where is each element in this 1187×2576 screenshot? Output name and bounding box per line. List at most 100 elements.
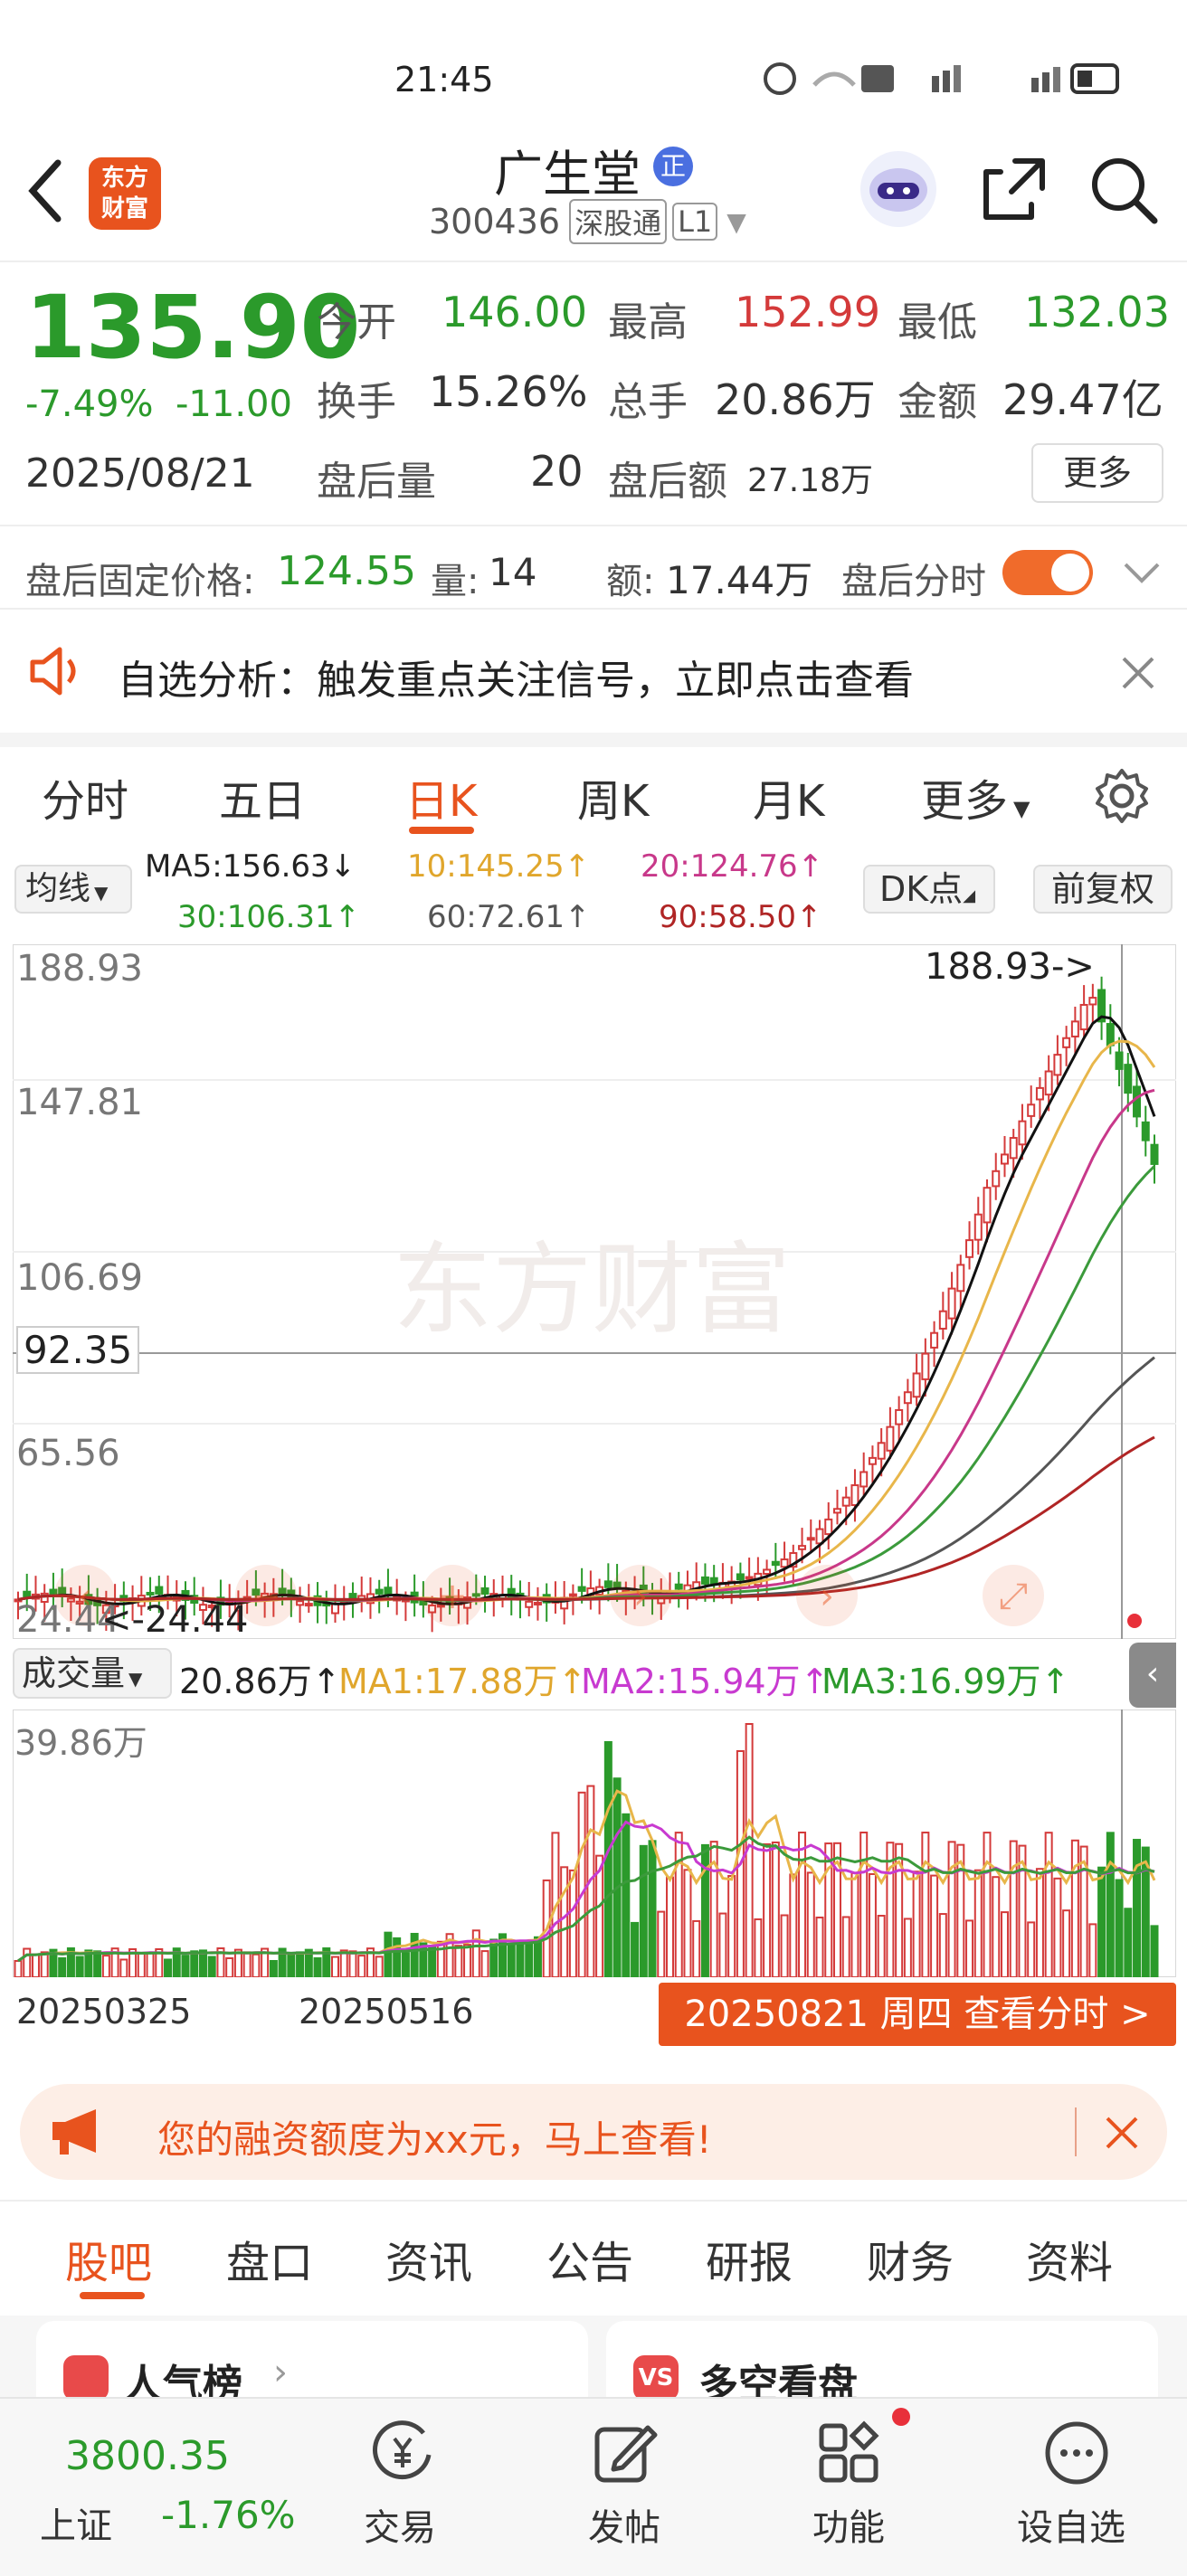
volume-bar	[780, 1914, 789, 1977]
tab-weekly-k[interactable]: 周K	[577, 765, 649, 829]
functions-icon[interactable]	[816, 2420, 883, 2487]
more-button[interactable]: 更多	[1031, 443, 1163, 503]
candle-body	[533, 1601, 542, 1605]
candle-body	[877, 1442, 886, 1460]
chart-control-icon: −	[251, 1576, 281, 1617]
y-label-4: 65.56	[16, 1433, 120, 1474]
chart-control-icon: ›	[633, 1576, 648, 1617]
volume-bar	[877, 1915, 886, 1977]
volume-bar	[1009, 1840, 1018, 1977]
volume-bar	[754, 1918, 763, 1977]
volume-bar	[1115, 1879, 1124, 1977]
subtab-news[interactable]: 资讯	[385, 2227, 472, 2290]
ah-toggle[interactable]	[1002, 550, 1093, 595]
volume-bar	[1106, 1832, 1115, 1977]
volume-bar	[938, 1913, 947, 1977]
volume-bar	[393, 1937, 402, 1977]
volume-bar	[1124, 1908, 1133, 1977]
candle-body	[577, 1586, 586, 1592]
volume-bar	[657, 1910, 666, 1977]
index-change[interactable]: -1.76%	[161, 2493, 296, 2537]
candle-body	[296, 1600, 305, 1606]
app-logo[interactable]: 东方 财富	[89, 157, 161, 230]
back-icon[interactable]	[25, 159, 65, 223]
adjust-button[interactable]: 前复权	[1033, 865, 1173, 914]
today-marker	[1127, 1614, 1142, 1628]
promo-banner[interactable]: 您的融资额度为xx元，马上查看!	[20, 2084, 1167, 2180]
candle-body	[850, 1484, 859, 1507]
volume-bar	[58, 1956, 67, 1977]
collapse-panel-button[interactable]: ‹	[1129, 1643, 1176, 1708]
ah-amount-label: 盘后额	[608, 459, 727, 505]
trade-icon[interactable]	[369, 2419, 436, 2486]
candle-body	[736, 1573, 745, 1581]
megaphone-icon	[52, 2109, 96, 2155]
volume-chart[interactable]	[13, 1709, 1176, 1977]
index-value[interactable]: 3800.35	[65, 2433, 230, 2479]
index-name[interactable]: 上证	[40, 2496, 112, 2549]
divider	[0, 2200, 1187, 2202]
post-icon[interactable]	[592, 2420, 659, 2487]
kline-chart[interactable]: 东方财富‹ − + › › ⤢	[13, 944, 1176, 1639]
volume-bar	[313, 1956, 322, 1977]
robot-icon[interactable]	[858, 148, 939, 230]
candle-body	[1044, 1070, 1053, 1096]
close-icon[interactable]	[1104, 2115, 1140, 2151]
candle-body	[1035, 1086, 1044, 1101]
settings-gear-icon[interactable]	[1093, 767, 1151, 825]
volume-bar	[101, 1955, 110, 1977]
volume-current: 20.86万↑	[179, 1662, 341, 1701]
analysis-banner[interactable]: 自选分析：触发重点关注信号，立即点击查看	[0, 608, 1187, 729]
share-icon[interactable]	[979, 154, 1049, 224]
add-watchlist-icon[interactable]	[1042, 2419, 1111, 2487]
nav-trade[interactable]: 交易	[364, 2498, 436, 2551]
tab-monthly-k[interactable]: 月K	[753, 765, 824, 829]
candle-body	[859, 1471, 869, 1488]
subtab-profile[interactable]: 资料	[1026, 2227, 1113, 2290]
volume-bar	[622, 1813, 631, 1977]
volume-bar	[789, 1873, 798, 1977]
watermark: 东方财富	[393, 1232, 791, 1348]
close-icon[interactable]	[1120, 655, 1156, 691]
subtab-research[interactable]: 研报	[706, 2227, 793, 2290]
view-intraday-button[interactable]: 20250821 周四 查看分时 >	[659, 1983, 1176, 2046]
tab-more[interactable]: 更多 ▼	[921, 765, 1030, 829]
tab-fenshi[interactable]: 分时	[42, 765, 128, 829]
subtab-finance[interactable]: 财务	[867, 2227, 954, 2290]
search-icon[interactable]	[1087, 154, 1160, 226]
ma20-value: 20:124.76↑	[641, 848, 824, 885]
volume-bar	[692, 1919, 701, 1977]
volume-bar	[868, 1872, 877, 1977]
caret-down-icon: ▼	[94, 882, 109, 904]
change-pct: -7.49%	[25, 384, 154, 425]
stock-code-row[interactable]: 300436 深股通 L1 ▼	[429, 199, 746, 244]
subtab-pankou[interactable]: 盘口	[226, 2227, 313, 2290]
candle-body	[868, 1456, 877, 1465]
period-tabs: 分时 五日 日K 周K 月K 更多 ▼	[0, 733, 1187, 839]
subtab-announcements[interactable]: 公告	[546, 2227, 633, 2290]
ma-selector[interactable]: 均线 ▼	[14, 865, 132, 914]
nav-functions[interactable]: 功能	[812, 2498, 885, 2551]
ah-volume-value: 20	[530, 447, 584, 496]
open-label: 今开	[317, 299, 396, 346]
dk-button[interactable]: DK点◢	[863, 865, 995, 914]
nav-add-watchlist[interactable]: 设自选	[1017, 2498, 1125, 2551]
tab-5day[interactable]: 五日	[219, 765, 306, 829]
volume-bar	[577, 1791, 586, 1977]
subtab-guba[interactable]: 股吧	[65, 2227, 152, 2290]
candle-body	[806, 1537, 815, 1541]
candle-body	[525, 1600, 534, 1608]
volume-bar	[841, 1916, 850, 1977]
y-label-3: 106.69	[16, 1257, 143, 1299]
chevron-down-icon[interactable]	[1122, 559, 1162, 586]
candle-body	[921, 1352, 930, 1380]
candle-body	[700, 1576, 709, 1585]
volume-bar	[252, 1953, 261, 1977]
bottom-nav: 3800.35 上证 -1.76% 交易 发帖 功能 设自选	[0, 2397, 1187, 2576]
ah-price-value: 124.55	[277, 548, 416, 594]
nav-post[interactable]: 发帖	[588, 2498, 660, 2551]
tab-daily-k[interactable]: 日K	[405, 765, 477, 829]
y-label-max: 188.93	[16, 948, 143, 990]
volume-bar	[269, 1959, 278, 1977]
volume-selector[interactable]: 成交量 ▼	[13, 1648, 172, 1699]
